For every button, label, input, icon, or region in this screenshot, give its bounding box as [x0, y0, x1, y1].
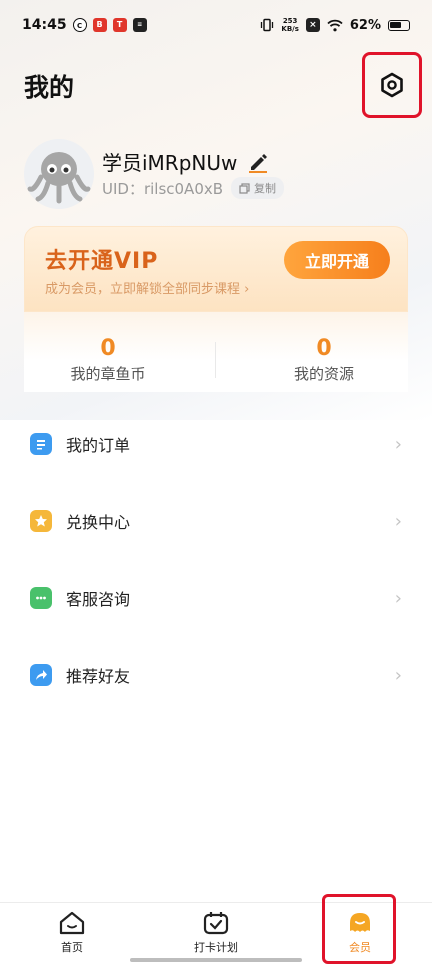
vip-banner[interactable]: 去开通VIP 成为会员，立即解锁全部同步课程 › 立即开通 [24, 226, 408, 312]
open-vip-button[interactable]: 立即开通 [284, 241, 390, 279]
tab-label: 首页 [61, 941, 83, 954]
wifi-icon [327, 19, 343, 31]
vip-subtitle: 成为会员，立即解锁全部同步课程 › [45, 282, 250, 297]
status-bar: 14:45 C B T ≡ 253 KB/s × 62% [0, 0, 432, 50]
sim-off-icon: × [305, 18, 320, 32]
stats-divider [215, 342, 216, 378]
menu-item-exchange[interactable]: 兑换中心 › [0, 491, 432, 551]
menu-label: 客服咨询 [66, 590, 131, 609]
edit-icon[interactable] [247, 151, 269, 173]
tab-checkin-plan[interactable]: 打卡计划 [166, 903, 266, 964]
user-id: UID：rilsc0A0xB [102, 179, 224, 198]
menu-label: 推荐好友 [66, 667, 131, 686]
app-notify-icon: T [112, 18, 127, 32]
app-notify-icon: ≡ [132, 18, 147, 32]
settings-hexagon-icon [381, 72, 403, 98]
username: 学员iMRpNUw [102, 151, 238, 175]
status-time: 14:45 [22, 17, 67, 33]
tab-label: 会员 [349, 941, 371, 954]
menu-item-orders[interactable]: 我的订单 › [0, 414, 432, 474]
menu-item-invite[interactable]: 推荐好友 › [0, 645, 432, 705]
copy-uid-button[interactable]: 复制 [231, 177, 285, 199]
share-icon [30, 664, 52, 686]
network-speed: 253 KB/s [281, 17, 299, 33]
chevron-right-icon: › [394, 664, 402, 686]
chevron-right-icon: › [244, 282, 250, 297]
copy-icon [239, 182, 250, 194]
home-indicator[interactable] [130, 958, 302, 962]
chevron-right-icon: › [394, 587, 402, 609]
coins-label: 我的章鱼币 [70, 365, 146, 383]
tab-label: 打卡计划 [194, 941, 238, 954]
chevron-right-icon: › [394, 433, 402, 455]
stats-panel: 0 我的章鱼币 0 我的资源 [24, 312, 408, 392]
chat-icon [30, 587, 52, 609]
order-icon [30, 433, 52, 455]
battery-percent: 62% [349, 17, 381, 33]
settings-button[interactable] [362, 52, 422, 118]
octopus-avatar-icon [27, 152, 91, 204]
menu-label: 兑换中心 [66, 513, 131, 532]
exchange-icon [30, 510, 52, 532]
copy-label: 复制 [254, 182, 277, 195]
bottom-tab-bar: 首页 打卡计划 会员 [0, 902, 432, 964]
resources-label: 我的资源 [293, 365, 354, 383]
menu-item-support[interactable]: 客服咨询 › [0, 568, 432, 628]
resources-value: 0 [316, 336, 332, 361]
stat-resources[interactable]: 0 我的资源 [234, 336, 414, 384]
app-notify-icon: C [72, 18, 87, 32]
vip-title: 去开通VIP [45, 249, 159, 274]
app-notify-icon: B [92, 18, 107, 32]
calendar-check-icon [201, 909, 231, 937]
member-icon [345, 909, 375, 937]
tab-member[interactable]: 会员 [310, 903, 410, 964]
menu-label: 我的订单 [66, 436, 131, 455]
vibrate-icon [261, 18, 274, 32]
page-title: 我的 [24, 73, 75, 102]
avatar[interactable] [24, 139, 94, 209]
stat-coins[interactable]: 0 我的章鱼币 [18, 336, 198, 384]
tab-home[interactable]: 首页 [22, 903, 122, 964]
home-icon [57, 909, 87, 937]
chevron-right-icon: › [394, 510, 402, 532]
battery-icon [388, 19, 410, 31]
coins-value: 0 [100, 336, 116, 361]
